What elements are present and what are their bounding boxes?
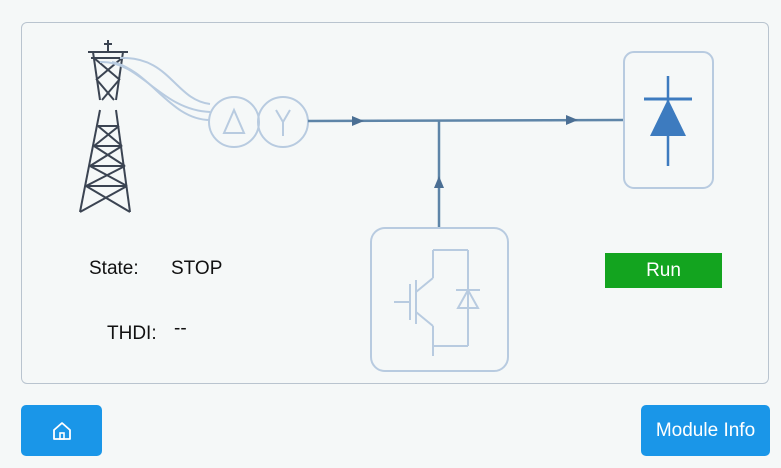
state-value: STOP [171, 258, 223, 279]
run-button[interactable]: Run [605, 253, 722, 288]
home-button[interactable] [21, 405, 102, 456]
main-bus [307, 118, 625, 228]
flow-arrows [352, 115, 578, 188]
module-info-button[interactable]: Module Info [641, 405, 770, 456]
thdi-value: -- [174, 318, 187, 339]
home-icon [52, 421, 71, 440]
single-line-diagram [79, 40, 714, 372]
diode-load-icon [623, 51, 714, 189]
hmi-screen: State: STOP THDI: -- Run Module Info [0, 0, 781, 468]
transformer-delta-wye-icon [208, 96, 309, 148]
state-label: State: [89, 258, 139, 279]
igbt-filter-module-icon [370, 227, 509, 372]
thdi-label: THDI: [107, 323, 157, 344]
